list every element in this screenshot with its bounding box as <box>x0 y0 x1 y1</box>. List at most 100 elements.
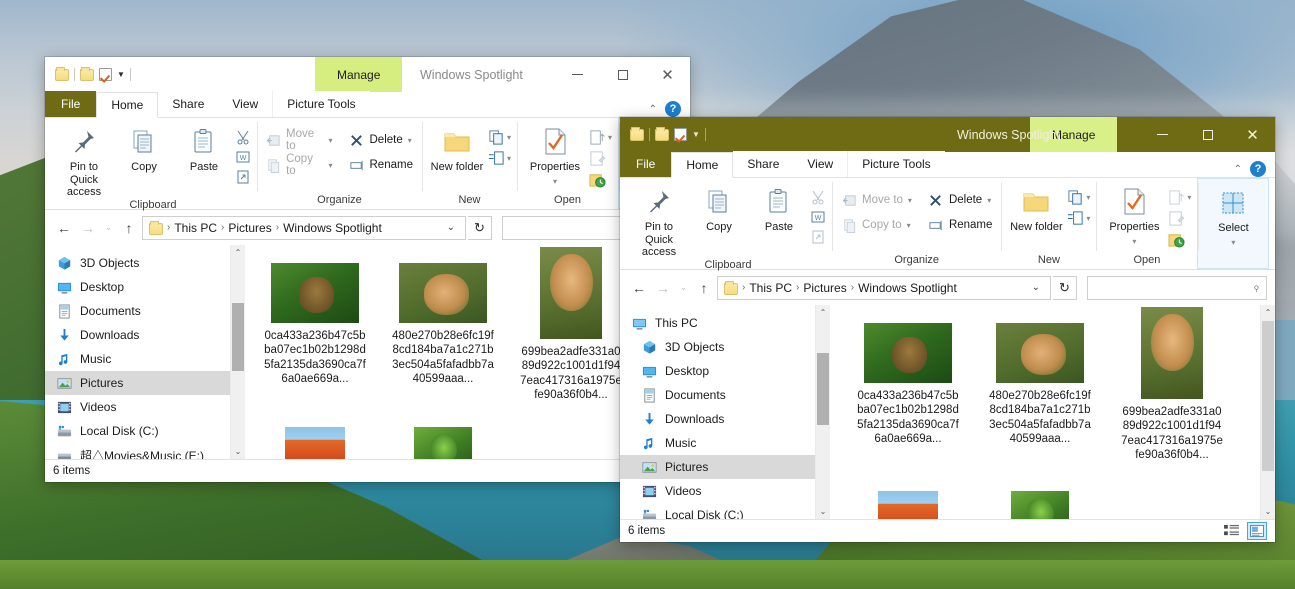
new-item-icon[interactable] <box>1067 189 1084 206</box>
sidebar-item-desktop[interactable]: Desktop <box>45 275 230 299</box>
quick-access-toolbar[interactable]: ▼ <box>620 117 706 152</box>
sidebar-item-documents[interactable]: Documents <box>45 299 230 323</box>
navpane-scrollbar[interactable]: ⌃ ⌄ <box>230 245 245 459</box>
pin-to-quick-access-button[interactable]: Pin to Quick access <box>630 183 688 259</box>
chevron-down-icon[interactable]: ▾ <box>608 133 612 142</box>
quick-access-toolbar[interactable]: ▼ <box>45 57 131 92</box>
scrollbar-thumb[interactable] <box>232 303 244 371</box>
window-controls[interactable]: ✕ <box>555 57 690 92</box>
open-icon[interactable] <box>589 129 606 146</box>
scroll-down-icon[interactable]: ⌄ <box>1261 504 1275 519</box>
content-scrollbar[interactable]: ⌃ ⌄ <box>1260 305 1275 519</box>
chevron-down-icon[interactable]: ▾ <box>328 136 332 145</box>
chevron-down-icon[interactable]: ▾ <box>553 177 557 186</box>
delete-button[interactable]: Delete ▾ <box>346 129 416 151</box>
move-to-button[interactable]: Move to ▾ <box>838 189 915 211</box>
back-arrow-icon[interactable]: ← <box>628 277 650 299</box>
scrollbar-thumb[interactable] <box>1262 321 1274 471</box>
file-item[interactable] <box>519 427 623 460</box>
easy-access-icon[interactable] <box>488 150 505 167</box>
window-controls[interactable]: ✕ <box>1140 117 1275 152</box>
up-arrow-icon[interactable]: ↑ <box>118 217 140 239</box>
navigation-pane[interactable]: This PC 3D Objects Desktop Documents Dow… <box>620 305 815 519</box>
tab-file[interactable]: File <box>45 91 96 117</box>
sidebar-item-videos[interactable]: Videos <box>620 479 815 503</box>
ribbon-tabbar[interactable]: File Home Share View Picture Tools ⌃ ? <box>45 92 690 118</box>
address-bar[interactable]: ← → ⌄ ↑ › This PC › Pictures › Windows S… <box>45 210 690 245</box>
ribbon-controls[interactable]: ⌃ ? <box>649 101 690 117</box>
file-item[interactable] <box>1120 491 1224 520</box>
paste-shortcut-icon[interactable] <box>235 169 251 185</box>
maximize-icon[interactable] <box>600 57 645 92</box>
select-button[interactable]: Select ▾ <box>1204 184 1262 247</box>
sidebar-item-3d-objects[interactable]: 3D Objects <box>620 335 815 359</box>
forward-arrow-icon[interactable]: → <box>652 277 674 299</box>
organize-col-2[interactable]: Delete ▾ Rename <box>925 183 995 236</box>
chevron-down-icon[interactable]: ▾ <box>507 133 511 142</box>
file-list[interactable]: 0ca433a236b47c5bba07ec1b02b1298d5fa2135d… <box>830 305 1275 519</box>
organize-col-1[interactable]: Move to ▾ Copy to ▾ <box>838 183 915 236</box>
chevron-down-icon[interactable]: ▾ <box>1086 193 1090 202</box>
properties-button[interactable]: Properties ▾ <box>523 123 587 186</box>
file-item[interactable]: 0ca433a236b47c5bba07ec1b02b1298d5fa2135d… <box>263 263 367 403</box>
chevron-down-icon[interactable]: ▾ <box>328 161 332 170</box>
copy-to-button[interactable]: Copy to ▾ <box>263 154 336 176</box>
sidebar-item-music[interactable]: Music <box>45 347 230 371</box>
search-input[interactable]: ⌕ <box>1087 276 1267 300</box>
manage-contextual-tab[interactable]: Manage <box>315 57 402 92</box>
help-icon[interactable]: ? <box>665 101 681 117</box>
sidebar-item-pictures[interactable]: Pictures <box>45 371 230 395</box>
chevron-down-icon[interactable]: ⌄ <box>1026 282 1046 293</box>
lion-thumbnail[interactable] <box>996 323 1084 383</box>
tab-view[interactable]: View <box>218 91 272 117</box>
leaf-thumbnail[interactable] <box>414 427 472 460</box>
leaf-thumbnail[interactable] <box>1011 491 1069 520</box>
file-explorer-window-background[interactable]: ▼ Manage Windows Spotlight ✕ File Home S… <box>45 57 690 482</box>
copy-button[interactable]: Copy <box>115 123 173 174</box>
delete-button[interactable]: Delete ▾ <box>925 189 995 211</box>
file-item[interactable] <box>391 427 495 460</box>
rename-button[interactable]: Rename <box>346 154 416 176</box>
scroll-up-icon[interactable]: ⌃ <box>816 305 830 320</box>
open-icon[interactable] <box>1168 189 1185 206</box>
maximize-icon[interactable] <box>1185 117 1230 152</box>
paste-button[interactable]: Paste <box>750 183 808 234</box>
chevron-down-icon[interactable]: ▾ <box>908 196 912 205</box>
file-item[interactable]: 480e270b28e6fc19f8cd184ba7a1c271b3ec504a… <box>391 263 495 403</box>
sidebar-item-3d-objects[interactable]: 3D Objects <box>45 251 230 275</box>
paste-shortcut-icon[interactable] <box>810 229 826 245</box>
close-icon[interactable]: ✕ <box>645 57 690 92</box>
tab-picture-tools[interactable]: Picture Tools <box>272 91 369 117</box>
sidebar-item-downloads[interactable]: Downloads <box>45 323 230 347</box>
forward-arrow-icon[interactable]: → <box>77 217 99 239</box>
history-icon[interactable] <box>1168 231 1191 248</box>
view-buttons[interactable] <box>1221 522 1267 540</box>
new-small-icons[interactable]: ▾ ▾ <box>1067 183 1090 227</box>
copy-path-icon[interactable]: W <box>235 149 251 165</box>
file-item[interactable] <box>988 491 1092 520</box>
easy-access-icon[interactable] <box>1067 210 1084 227</box>
minimize-icon[interactable] <box>555 57 600 92</box>
rename-button[interactable]: Rename <box>925 214 995 236</box>
cut-icon[interactable] <box>810 189 826 205</box>
breadcrumb-pictures[interactable]: Pictures <box>803 281 846 295</box>
recent-locations-icon[interactable]: ⌄ <box>676 277 691 299</box>
organize-col-2[interactable]: Delete ▾ Rename <box>346 123 416 176</box>
file-item[interactable]: 0ca433a236b47c5bba07ec1b02b1298d5fa2135d… <box>856 323 960 463</box>
chevron-down-icon[interactable]: ▾ <box>1231 238 1235 247</box>
large-icons-view-button[interactable] <box>1247 522 1267 540</box>
history-icon[interactable] <box>589 171 612 188</box>
breadcrumb-windows-spotlight[interactable]: Windows Spotlight <box>283 221 382 235</box>
chevron-down-icon[interactable]: ▾ <box>907 221 911 230</box>
chevron-down-icon[interactable]: ▾ <box>1132 237 1136 246</box>
details-view-button[interactable] <box>1221 522 1241 540</box>
file-item[interactable] <box>263 427 367 460</box>
minimize-icon[interactable] <box>1140 117 1185 152</box>
tab-share[interactable]: Share <box>733 151 793 177</box>
address-bar[interactable]: ← → ⌄ ↑ › This PC › Pictures › Windows S… <box>620 270 1275 305</box>
sidebar-item-movies-music-e[interactable]: 超△Movies&Music (E:) <box>45 443 230 459</box>
chevron-down-icon[interactable]: ▾ <box>987 196 991 205</box>
titlebar[interactable]: ▼ Manage Windows Spotlight ✕ <box>45 57 690 92</box>
collapse-ribbon-icon[interactable]: ⌃ <box>649 104 657 115</box>
back-arrow-icon[interactable]: ← <box>53 217 75 239</box>
